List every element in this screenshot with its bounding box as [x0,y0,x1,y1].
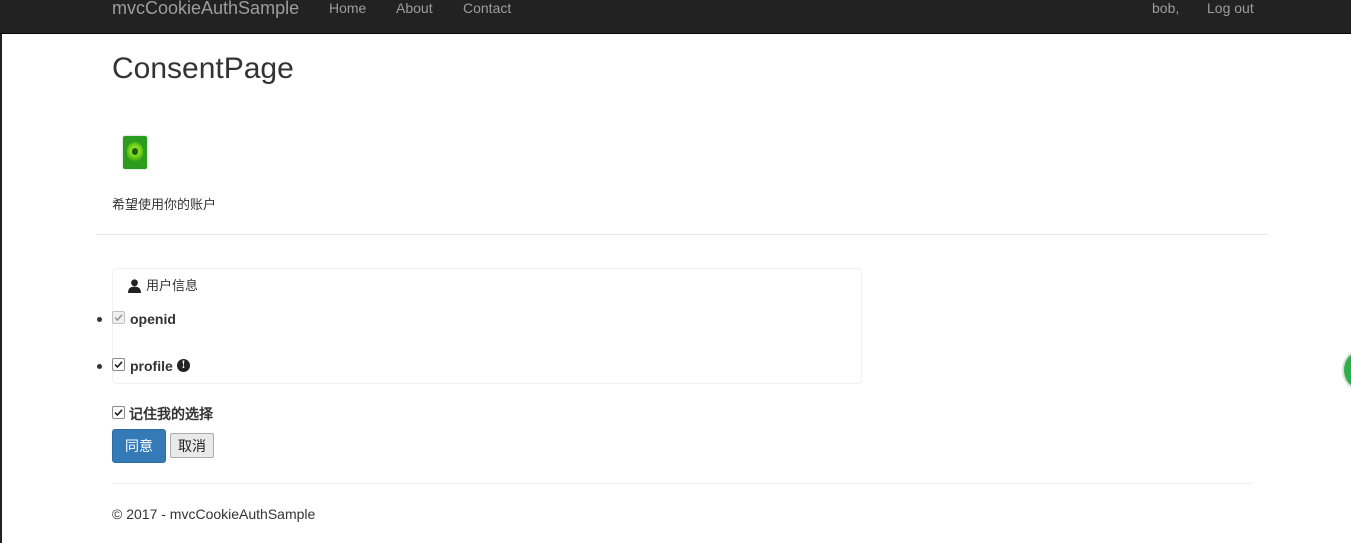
profile-checkbox[interactable] [112,358,125,371]
nav-link-home[interactable]: Home [329,0,366,16]
info-icon: ! [177,359,190,372]
consent-description: 希望使用你的账户 [112,197,217,212]
divider [97,234,1267,235]
brand-link[interactable]: mvcCookieAuthSample [112,0,299,19]
logout-link[interactable]: Log out [1207,0,1254,16]
navbar: mvcCookieAuthSample Home About Contact b… [0,0,1351,34]
page-title: ConsentPage [112,52,294,85]
list-bullet [97,364,102,369]
remember-checkbox[interactable] [112,406,125,419]
scope-panel-title: 用户信息 [146,278,199,293]
nav-user-name: bob, [1152,0,1180,16]
footer-divider [112,483,1252,484]
scope-panel-heading: 用户信息 [128,278,198,294]
openid-label: openid [130,311,176,327]
remember-label: 记住我的选择 [129,406,213,422]
agree-button[interactable]: 同意 [112,429,166,463]
list-bullet [97,317,102,322]
client-logo-center [132,148,138,155]
scope-panel [112,268,862,384]
user-icon [128,279,141,293]
nav-link-contact[interactable]: Contact [463,0,511,16]
profile-label: profile [130,358,173,374]
client-logo-image [123,136,147,169]
nav-link-about[interactable]: About [396,0,433,16]
cancel-button[interactable]: 取消 [170,433,214,458]
openid-checkbox [112,311,125,324]
footer-copyright: © 2017 - mvcCookieAuthSample [112,506,316,522]
